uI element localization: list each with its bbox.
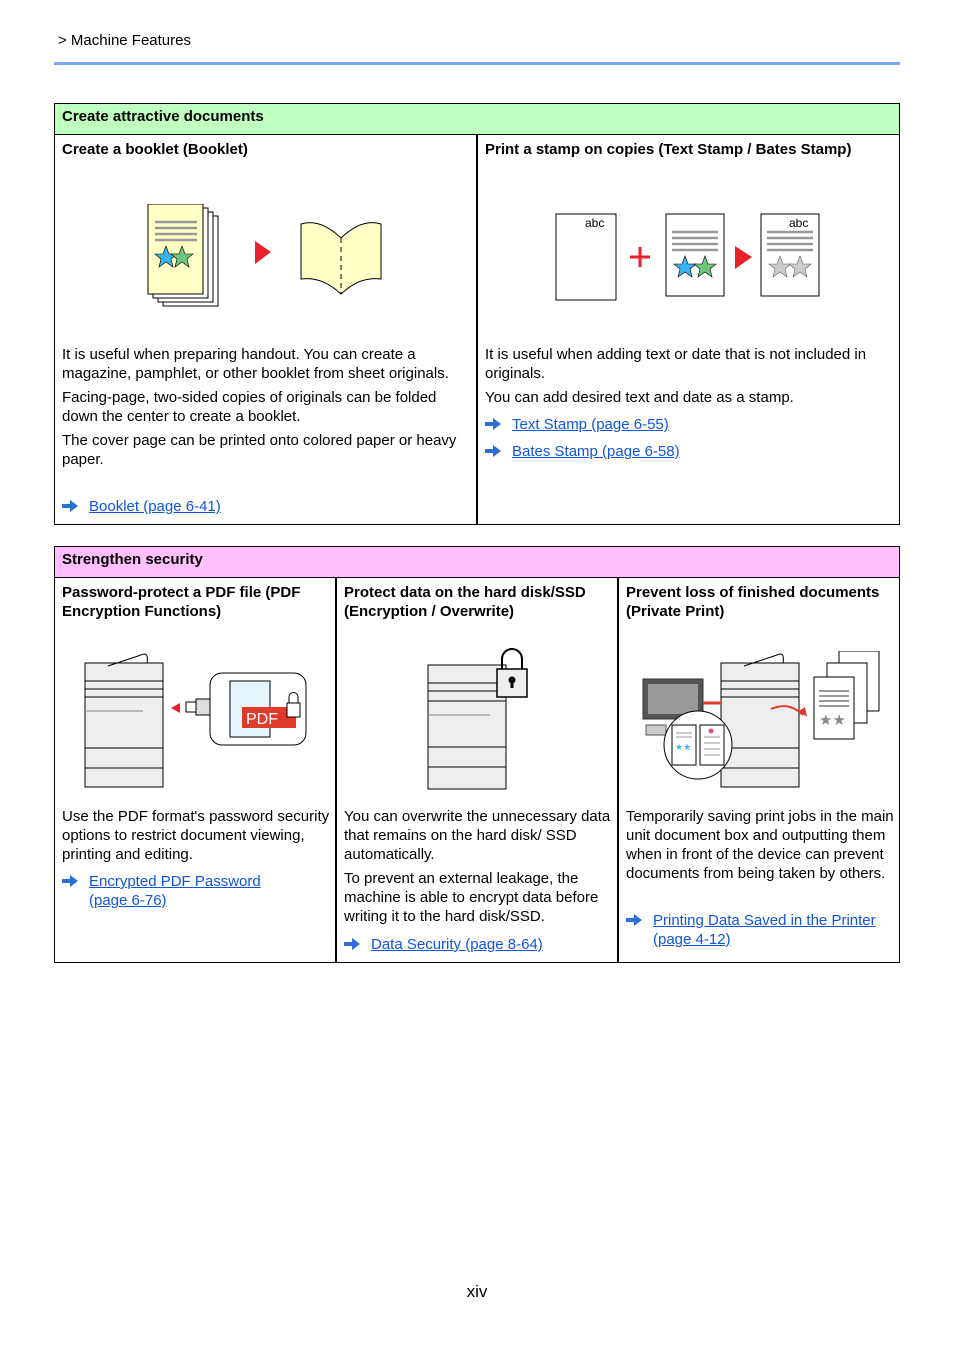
link-text[interactable]: Bates Stamp (page 6-58) [512, 442, 680, 461]
section-header: Strengthen security [55, 547, 899, 578]
arrow-right-icon [62, 500, 78, 512]
svg-text:abc: abc [585, 216, 604, 230]
link-text[interactable]: Booklet (page 6-41) [89, 497, 221, 516]
section-create-attractive-documents: Create attractive documents Create a boo… [54, 103, 900, 525]
data-security-link[interactable]: Data Security (page 8-64) [344, 935, 543, 954]
cell-description: Use the PDF format's password security o… [62, 807, 332, 869]
link-text[interactable]: Text Stamp (page 6-55) [512, 415, 669, 434]
printing-data-saved-link[interactable]: Printing Data Saved in the Printer (page… [626, 911, 896, 949]
cell-description: Temporarily saving print jobs in the mai… [626, 807, 896, 888]
header-divider [54, 62, 900, 65]
arrow-right-icon [344, 938, 360, 950]
text-stamp-link[interactable]: Text Stamp (page 6-55) [485, 415, 669, 434]
paragraph: The cover page can be printed onto color… [62, 432, 457, 468]
page-number: xiv [466, 1282, 488, 1301]
column-divider [476, 135, 478, 524]
paragraph: Use the PDF format's password security o… [62, 808, 330, 863]
column-divider [617, 578, 619, 962]
paragraph: To prevent an external leakage, the mach… [344, 870, 599, 925]
cell-title: Protect data on the hard disk/SSD (Encry… [344, 584, 586, 620]
link-text[interactable]: Data Security (page 8-64) [371, 935, 543, 954]
hard-disk-lock-illustration [427, 648, 528, 790]
cell-description: You can overwrite the unnecessary data t… [344, 807, 614, 931]
paragraph: You can add desired text and date as a s… [485, 389, 794, 406]
arrow-right-icon [62, 875, 78, 887]
section-header: Create attractive documents [55, 104, 899, 135]
booklet-link[interactable]: Booklet (page 6-41) [62, 497, 221, 516]
section-strengthen-security: Strengthen security Password-protect a P… [54, 546, 900, 963]
cell-title: Create a booklet (Booklet) [62, 141, 248, 158]
pdf-encryption-illustration: PDF [84, 653, 307, 788]
breadcrumb: > Machine Features [58, 32, 191, 49]
link-text[interactable]: Encrypted PDF Password (page 6-76) [89, 872, 302, 910]
cell-title: Password-protect a PDF file (PDF Encrypt… [62, 584, 301, 620]
booklet-illustration [147, 204, 382, 307]
bates-stamp-link[interactable]: Bates Stamp (page 6-58) [485, 442, 680, 461]
column-divider [335, 578, 337, 962]
cell-description: It is useful when adding text or date th… [485, 345, 895, 412]
arrow-right-icon [626, 914, 642, 926]
cell-description: It is useful when preparing handout. You… [62, 345, 467, 474]
paragraph: It is useful when preparing handout. You… [62, 346, 449, 382]
stamp-illustration: abc abc [555, 213, 820, 301]
svg-text:★★: ★★ [819, 712, 846, 729]
link-text[interactable]: Printing Data Saved in the Printer (page… [653, 911, 896, 949]
cell-title: Print a stamp on copies (Text Stamp / Ba… [485, 141, 852, 158]
private-print-illustration: ★★ ★★ [642, 651, 880, 788]
svg-text:PDF: PDF [246, 711, 278, 728]
paragraph: Temporarily saving print jobs in the mai… [626, 808, 894, 882]
svg-text:★★: ★★ [675, 742, 691, 752]
paragraph: Facing-page, two-sided copies of origina… [62, 389, 437, 425]
svg-text:abc: abc [789, 216, 808, 230]
paragraph: It is useful when adding text or date th… [485, 346, 867, 382]
arrow-right-icon [485, 418, 501, 430]
cell-title: Prevent loss of finished documents (Priv… [626, 584, 880, 620]
arrow-right-icon [485, 445, 501, 457]
encrypted-pdf-password-link[interactable]: Data Security (page 8-64) Encrypted PDF … [62, 872, 302, 910]
paragraph: You can overwrite the unnecessary data t… [344, 808, 611, 863]
